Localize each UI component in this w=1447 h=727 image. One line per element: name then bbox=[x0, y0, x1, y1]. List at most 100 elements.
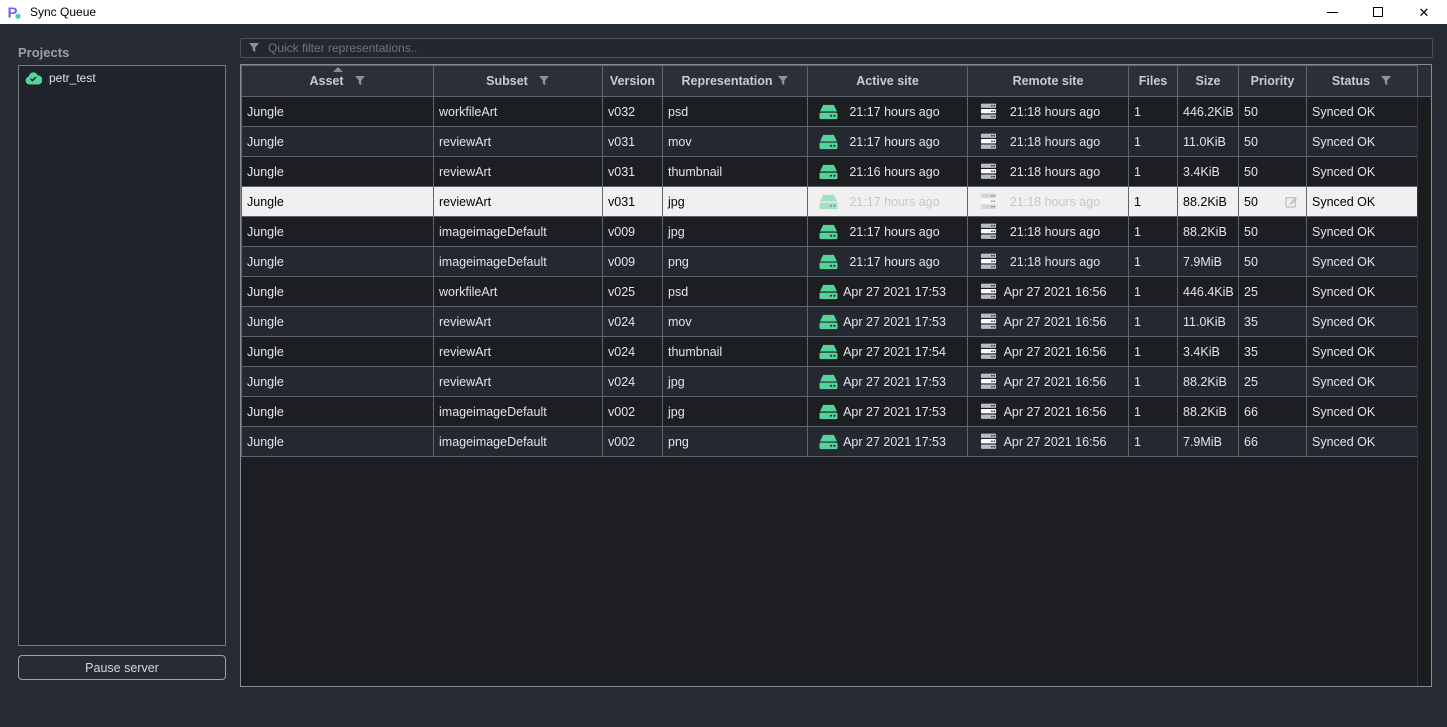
hard-drive-icon bbox=[819, 164, 838, 180]
scrollbar-corner bbox=[1417, 65, 1431, 97]
cell-size: 3.4KiB bbox=[1178, 157, 1239, 187]
cell-size: 3.4KiB bbox=[1178, 337, 1239, 367]
cell-representation: psd bbox=[663, 97, 808, 127]
table-row[interactable]: Jungle reviewArt v024 thumbnail Apr 27 2… bbox=[242, 337, 1418, 367]
cell-status: Synced OK bbox=[1307, 277, 1418, 307]
table-row[interactable]: Jungle imageimageDefault v002 jpg Apr 27… bbox=[242, 397, 1418, 427]
maximize-button[interactable] bbox=[1355, 0, 1401, 24]
cell-active-site: Apr 27 2021 17:53 bbox=[808, 397, 968, 427]
column-header-remote-site[interactable]: Remote site bbox=[968, 66, 1129, 97]
cell-remote-site: 21:18 hours ago bbox=[968, 157, 1129, 187]
funnel-icon[interactable] bbox=[538, 75, 550, 87]
cell-asset: Jungle bbox=[242, 217, 434, 247]
cell-files: 1 bbox=[1129, 277, 1178, 307]
cell-active-site: Apr 27 2021 17:53 bbox=[808, 277, 968, 307]
cell-status: Synced OK bbox=[1307, 217, 1418, 247]
minimize-icon bbox=[1327, 12, 1338, 13]
cell-size: 7.9MiB bbox=[1178, 427, 1239, 457]
quick-filter-input[interactable] bbox=[240, 38, 1433, 58]
pause-server-button[interactable]: Pause server bbox=[18, 655, 226, 680]
cell-files: 1 bbox=[1129, 127, 1178, 157]
cell-version: v025 bbox=[603, 277, 663, 307]
cell-subset: imageimageDefault bbox=[434, 397, 603, 427]
funnel-icon[interactable] bbox=[354, 75, 366, 87]
cell-subset: reviewArt bbox=[434, 337, 603, 367]
cell-representation: thumbnail bbox=[663, 157, 808, 187]
cell-size: 88.2KiB bbox=[1178, 397, 1239, 427]
table-row[interactable]: Jungle workfileArt v032 psd 21:17 hours … bbox=[242, 97, 1418, 127]
cell-asset: Jungle bbox=[242, 97, 434, 127]
table-row[interactable]: Jungle reviewArt v031 mov 21:17 hours ag… bbox=[242, 127, 1418, 157]
cell-subset: reviewArt bbox=[434, 367, 603, 397]
hard-drive-icon bbox=[819, 374, 838, 390]
maximize-icon bbox=[1373, 7, 1383, 17]
titlebar: P Sync Queue ✕ bbox=[0, 0, 1447, 24]
cell-size: 88.2KiB bbox=[1178, 187, 1239, 217]
server-stack-icon bbox=[979, 253, 998, 270]
column-header-active-site[interactable]: Active site bbox=[808, 66, 968, 97]
close-button[interactable]: ✕ bbox=[1401, 0, 1447, 24]
close-icon: ✕ bbox=[1419, 6, 1430, 19]
table-row[interactable]: Jungle reviewArt v024 mov Apr 27 2021 17… bbox=[242, 307, 1418, 337]
cell-subset: reviewArt bbox=[434, 127, 603, 157]
cell-asset: Jungle bbox=[242, 307, 434, 337]
hard-drive-icon bbox=[819, 314, 838, 330]
column-header-representation[interactable]: Representation bbox=[663, 66, 808, 97]
funnel-icon[interactable] bbox=[1380, 75, 1392, 87]
project-item-petr-test[interactable]: petr_test bbox=[19, 66, 225, 90]
cell-representation: jpg bbox=[663, 187, 808, 217]
cell-representation: png bbox=[663, 247, 808, 277]
cell-active-site: 21:17 hours ago bbox=[808, 127, 968, 157]
cell-files: 1 bbox=[1129, 217, 1178, 247]
cell-asset: Jungle bbox=[242, 157, 434, 187]
table-row[interactable]: Jungle reviewArt v031 jpg 21:17 hours ag… bbox=[242, 187, 1418, 217]
hard-drive-icon bbox=[819, 404, 838, 420]
server-stack-icon bbox=[979, 163, 998, 180]
cell-priority: 50 bbox=[1239, 157, 1307, 187]
column-header-status[interactable]: Status bbox=[1307, 66, 1418, 97]
cell-representation: png bbox=[663, 427, 808, 457]
hard-drive-icon bbox=[819, 134, 838, 150]
cell-subset: imageimageDefault bbox=[434, 427, 603, 457]
cell-active-site: Apr 27 2021 17:53 bbox=[808, 427, 968, 457]
column-header-priority[interactable]: Priority bbox=[1239, 66, 1307, 97]
table-row[interactable]: Jungle imageimageDefault v009 png 21:17 … bbox=[242, 247, 1418, 277]
cell-version: v024 bbox=[603, 367, 663, 397]
column-header-files[interactable]: Files bbox=[1129, 66, 1178, 97]
cell-files: 1 bbox=[1129, 157, 1178, 187]
cell-status: Synced OK bbox=[1307, 367, 1418, 397]
server-stack-icon bbox=[979, 313, 998, 330]
table-row[interactable]: Jungle imageimageDefault v002 png Apr 27… bbox=[242, 427, 1418, 457]
column-header-version[interactable]: Version bbox=[603, 66, 663, 97]
cell-files: 1 bbox=[1129, 307, 1178, 337]
server-stack-icon bbox=[979, 193, 998, 210]
table-row[interactable]: Jungle workfileArt v025 psd Apr 27 2021 … bbox=[242, 277, 1418, 307]
edit-pencil-icon[interactable] bbox=[1285, 195, 1298, 208]
cell-status: Synced OK bbox=[1307, 127, 1418, 157]
app-logo-icon: P bbox=[6, 4, 22, 20]
cell-remote-site: Apr 27 2021 16:56 bbox=[968, 367, 1129, 397]
column-header-asset[interactable]: Asset bbox=[242, 66, 434, 97]
cell-remote-site: Apr 27 2021 16:56 bbox=[968, 277, 1129, 307]
cell-active-site: 21:17 hours ago bbox=[808, 217, 968, 247]
funnel-icon[interactable] bbox=[777, 75, 789, 87]
server-stack-icon bbox=[979, 403, 998, 420]
column-header-subset[interactable]: Subset bbox=[434, 66, 603, 97]
minimize-button[interactable] bbox=[1309, 0, 1355, 24]
cell-remote-site: 21:18 hours ago bbox=[968, 247, 1129, 277]
column-header-size[interactable]: Size bbox=[1178, 66, 1239, 97]
cell-version: v024 bbox=[603, 337, 663, 367]
table-scrollbar-track[interactable] bbox=[1417, 65, 1431, 686]
cell-active-site: 21:17 hours ago bbox=[808, 187, 968, 217]
table-row[interactable]: Jungle reviewArt v031 thumbnail 21:16 ho… bbox=[242, 157, 1418, 187]
cell-active-site: 21:17 hours ago bbox=[808, 97, 968, 127]
cell-status: Synced OK bbox=[1307, 427, 1418, 457]
cell-remote-site: Apr 27 2021 16:56 bbox=[968, 397, 1129, 427]
cell-status: Synced OK bbox=[1307, 247, 1418, 277]
cell-asset: Jungle bbox=[242, 187, 434, 217]
table-row[interactable]: Jungle imageimageDefault v009 jpg 21:17 … bbox=[242, 217, 1418, 247]
cell-status: Synced OK bbox=[1307, 397, 1418, 427]
cell-version: v024 bbox=[603, 307, 663, 337]
table-row[interactable]: Jungle reviewArt v024 jpg Apr 27 2021 17… bbox=[242, 367, 1418, 397]
cell-active-site: Apr 27 2021 17:53 bbox=[808, 307, 968, 337]
